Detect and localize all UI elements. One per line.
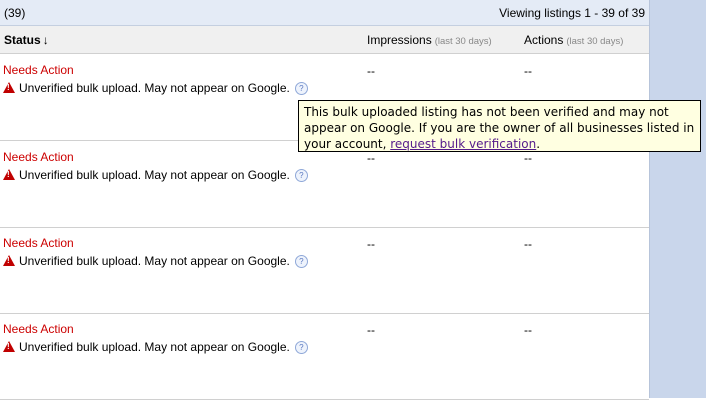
warning-triangle-icon (3, 82, 15, 93)
column-status[interactable]: Status ↓ (4, 33, 49, 47)
right-side-panel (650, 0, 706, 398)
warning-triangle-icon (3, 341, 15, 352)
help-question-icon[interactable]: ? (294, 255, 308, 268)
status-needs-action: Needs Action (3, 63, 74, 77)
column-status-label: Status (4, 33, 41, 47)
help-question-icon[interactable]: ? (294, 169, 308, 182)
tooltip-text-end: . (536, 137, 541, 151)
help-question-icon[interactable]: ? (294, 82, 308, 95)
impressions-value: -- (367, 64, 375, 78)
listings-panel: (39) Viewing listings 1 - 39 of 39 Statu… (0, 0, 650, 400)
column-impressions: Impressions (last 30 days) (367, 33, 492, 47)
status-needs-action: Needs Action (3, 150, 74, 164)
actions-value: -- (524, 151, 532, 165)
warning-text: Unverified bulk upload. May not appear o… (19, 168, 290, 182)
help-question-icon[interactable]: ? (294, 341, 308, 354)
column-actions: Actions (last 30 days) (524, 33, 623, 47)
listing-count: (39) (4, 6, 26, 20)
warning-line: Unverified bulk upload. May not appear o… (3, 254, 308, 268)
viewing-range: Viewing listings 1 - 39 of 39 (499, 6, 645, 20)
impressions-value: -- (367, 237, 375, 251)
actions-value: -- (524, 64, 532, 78)
warning-triangle-icon (3, 255, 15, 266)
warning-line: Unverified bulk upload. May not appear o… (3, 340, 308, 354)
sort-down-icon[interactable]: ↓ (43, 33, 49, 47)
column-actions-period: (last 30 days) (566, 36, 624, 47)
status-needs-action: Needs Action (3, 322, 74, 336)
bulk-verification-tooltip: This bulk uploaded listing has not been … (298, 100, 701, 152)
request-bulk-verification-link[interactable]: request bulk verification (390, 137, 536, 151)
actions-value: -- (524, 237, 532, 251)
column-impressions-label: Impressions (367, 33, 432, 47)
warning-text: Unverified bulk upload. May not appear o… (19, 340, 290, 354)
impressions-value: -- (367, 151, 375, 165)
table-row: Needs Action Unverified bulk upload. May… (0, 227, 649, 314)
impressions-value: -- (367, 323, 375, 337)
table-row: Needs Action Unverified bulk upload. May… (0, 141, 649, 228)
warning-triangle-icon (3, 169, 15, 180)
column-impressions-period: (last 30 days) (434, 36, 492, 47)
table-header: Status ↓ Impressions (last 30 days) Action… (0, 26, 649, 54)
status-needs-action: Needs Action (3, 236, 74, 250)
column-actions-label: Actions (524, 33, 564, 47)
warning-line: Unverified bulk upload. May not appear o… (3, 168, 308, 182)
warning-text: Unverified bulk upload. May not appear o… (19, 254, 290, 268)
actions-value: -- (524, 323, 532, 337)
warning-line: Unverified bulk upload. May not appear o… (3, 81, 308, 95)
listings-toolbar: (39) Viewing listings 1 - 39 of 39 (0, 0, 649, 26)
table-row: Needs Action Unverified bulk upload. May… (0, 313, 649, 400)
warning-text: Unverified bulk upload. May not appear o… (19, 81, 290, 95)
